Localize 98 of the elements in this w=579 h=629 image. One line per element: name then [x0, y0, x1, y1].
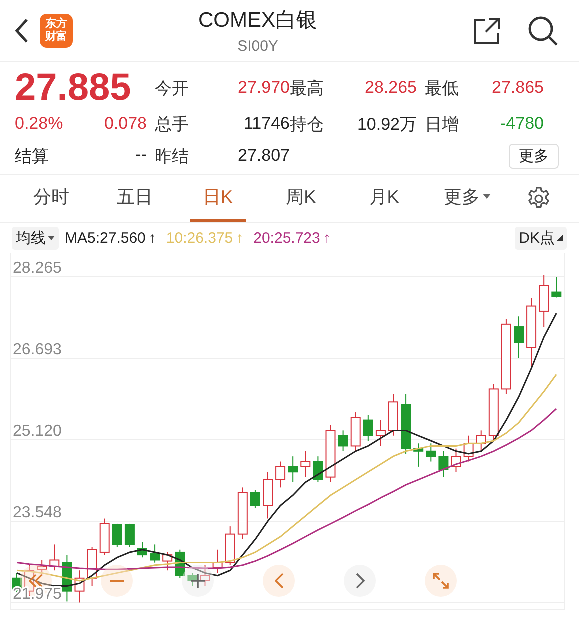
stat-label: 持仓: [290, 114, 325, 136]
candlestick: [388, 394, 398, 436]
period-tab[interactable]: 月K: [356, 175, 412, 222]
zoom-in-icon: [191, 574, 205, 588]
candlestick: [451, 448, 462, 473]
app-logo: 东方 财富: [40, 14, 73, 48]
candlestick: [188, 572, 198, 587]
stat-value: 27.865: [492, 78, 545, 98]
stat-label: 昨结: [155, 146, 190, 168]
change-percent: 0.28%: [15, 114, 64, 134]
candlestick: [326, 425, 336, 483]
corner-icon: [557, 235, 563, 241]
stat-label: 总手: [155, 114, 190, 136]
chevron-right-icon: [356, 573, 364, 589]
candlestick: [100, 518, 110, 556]
search-icon[interactable]: [527, 14, 559, 46]
candlestick: [150, 544, 160, 564]
axis-label: 23.548: [13, 504, 62, 522]
candlestick: [526, 298, 537, 369]
legend-label: MA5:27.560: [65, 230, 146, 246]
candlestick: [138, 542, 148, 558]
candlestick: [539, 274, 550, 328]
candlestick: [414, 443, 424, 468]
last-price: 27.885: [15, 68, 132, 108]
stat-label: 最低: [425, 78, 460, 100]
chart-control[interactable]: [263, 565, 295, 597]
trend-arrow: ↑: [148, 230, 156, 246]
candlestick: [438, 450, 449, 478]
caret-icon: [48, 236, 55, 240]
candlestick: [263, 472, 273, 520]
axis-label: 26.693: [13, 341, 62, 358]
axis-label: 25.120: [13, 423, 62, 440]
candlestick: [288, 456, 298, 483]
trend-arrow: ↑: [323, 230, 331, 246]
candlestick: [200, 564, 210, 587]
stat-label: 日增: [425, 114, 460, 136]
candlestick: [313, 456, 324, 483]
period-tab[interactable]: 更多: [440, 175, 496, 222]
candlestick: [464, 435, 474, 462]
candlestick: [401, 394, 412, 454]
chart-control[interactable]: [182, 565, 214, 597]
candlestick: [50, 544, 60, 572]
period-tab[interactable]: 分时: [24, 175, 80, 222]
candlestick: [488, 384, 499, 442]
stat-value: 11746: [244, 114, 290, 134]
axis-label: 28.265: [13, 260, 62, 277]
chart-control[interactable]: [344, 565, 376, 597]
period-tab[interactable]: 日K: [190, 175, 246, 222]
candlestick: [62, 554, 72, 602]
ma-selector[interactable]: 均线: [12, 226, 59, 250]
candlestick: [238, 487, 248, 540]
stat-value: 28.265: [365, 78, 418, 98]
axis-label: 21.975: [13, 586, 62, 603]
candlestick: [476, 430, 486, 452]
legend-label: 10:26.375: [166, 230, 234, 246]
candlestick: [552, 276, 562, 298]
period-tab[interactable]: 周K: [274, 175, 329, 222]
candlestick: [212, 549, 223, 574]
symbol-code: SI00Y: [238, 38, 278, 55]
candlestick: [37, 560, 48, 576]
candlestick: [87, 546, 98, 587]
stat-value: 27.807: [238, 146, 290, 166]
back-icon[interactable]: [14, 18, 30, 44]
candlestick: [426, 443, 436, 462]
stat-label: 最高: [290, 78, 325, 100]
candlestick: [74, 570, 85, 604]
candlestick: [350, 412, 361, 452]
candlestick: [376, 420, 386, 447]
change-amount: 0.078: [104, 114, 147, 134]
candlestick: [250, 490, 260, 509]
candlestick: [276, 461, 286, 488]
stat-value: 10.92万: [357, 114, 418, 136]
candlestick: [338, 430, 348, 452]
candlestick: [112, 523, 122, 548]
legend-label: 20:25.723: [254, 230, 320, 246]
candlestick: [300, 450, 311, 478]
candlestick: [124, 523, 135, 548]
window-title: COMEX白银: [198, 8, 318, 34]
chart-control[interactable]: [101, 565, 133, 597]
candlestick: [363, 414, 374, 442]
expand-icon: [433, 573, 449, 589]
candlestick: [514, 316, 524, 359]
stat-value: 27.970: [238, 78, 290, 98]
chevron-left-icon: [274, 573, 284, 589]
trend-arrow: ↑: [236, 230, 244, 246]
candlestick: [162, 552, 173, 572]
chart-control[interactable]: [425, 565, 457, 597]
more-button[interactable]: 更多: [509, 144, 559, 168]
stat-value: -4780: [500, 114, 545, 134]
dk-button[interactable]: DK点: [515, 226, 567, 250]
stat-value: --: [136, 144, 147, 166]
settings-icon[interactable]: [527, 186, 552, 210]
candlestick: [225, 526, 236, 566]
period-tab[interactable]: 五日: [107, 175, 162, 222]
stat-label: 结算: [15, 146, 49, 168]
stat-label: 今开: [155, 78, 190, 100]
rewind-icon: [29, 574, 43, 588]
share-icon[interactable]: [473, 16, 501, 44]
